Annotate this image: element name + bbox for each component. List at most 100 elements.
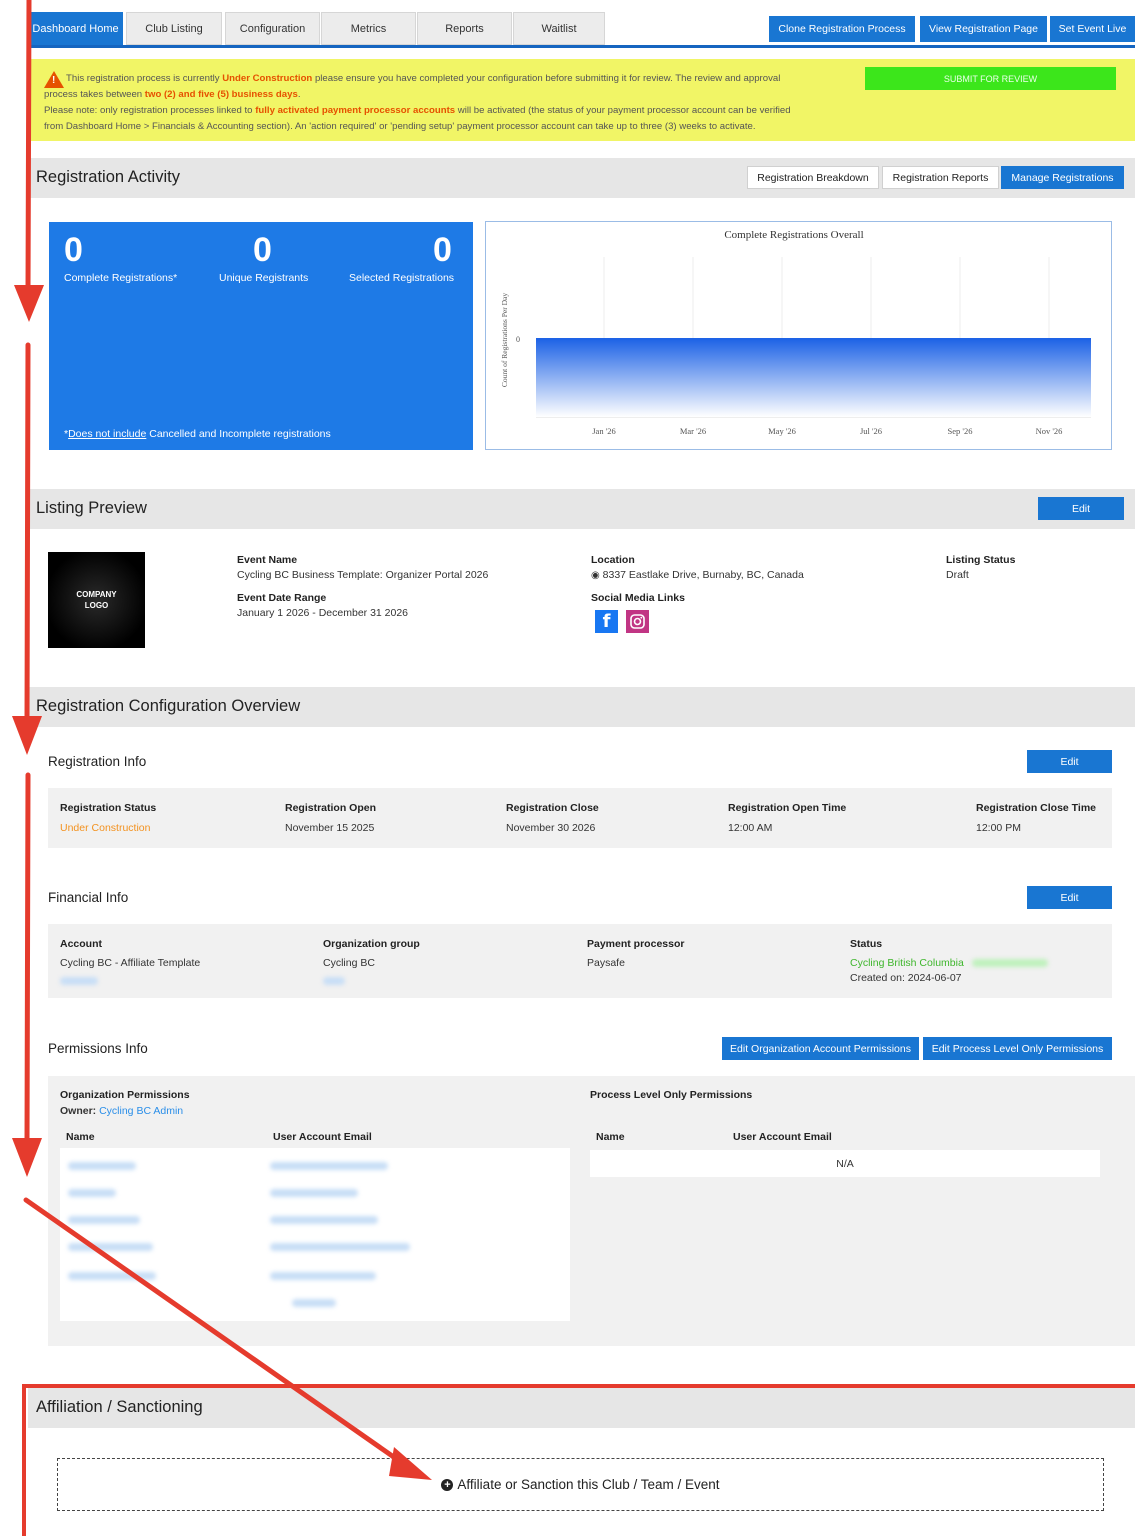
process-col-email: User Account Email [733, 1131, 832, 1143]
account-value: Cycling BC - Affiliate Template [60, 957, 201, 969]
affiliation-header: Affiliation / Sanctioning [28, 1388, 1135, 1428]
affiliate-sanction-button[interactable]: + Affiliate or Sanction this Club / Team … [57, 1458, 1104, 1511]
tab-reports[interactable]: Reports [417, 12, 512, 45]
banner-duration: two (2) and five (5) business days [144, 89, 298, 100]
event-name-value: Cycling BC Business Template: Organizer … [237, 569, 489, 581]
org-permissions-table [60, 1148, 570, 1321]
registration-status-value: Under Construction [60, 822, 151, 834]
redacted-text [60, 977, 98, 985]
submit-for-review-button[interactable]: SUBMIT FOR REVIEW [865, 67, 1116, 90]
registration-info-panel [48, 788, 1112, 848]
redacted-row [270, 1216, 378, 1224]
payment-processor-label: Payment processor [587, 938, 685, 950]
chart-area-series [536, 339, 1091, 417]
registration-info-title: Registration Info [48, 754, 147, 769]
chart-x-tick-label: May '26 [768, 426, 796, 436]
processor-status-label: Status [850, 938, 883, 950]
top-navigation: Dashboard Home Club Listing Configuratio… [28, 12, 1135, 48]
banner-processor-note: fully activated payment processor accoun… [255, 105, 456, 116]
redacted-badge [972, 959, 1048, 967]
edit-org-permissions-button[interactable]: Edit Organization Account Permissions [722, 1037, 919, 1060]
listing-edit-button[interactable]: Edit [1038, 497, 1124, 520]
processor-created-date: Created on: 2024-06-07 [850, 972, 962, 984]
process-permissions-title: Process Level Only Permissions [590, 1089, 753, 1101]
arrow-head [12, 1138, 42, 1177]
tab-metrics[interactable]: Metrics [321, 12, 416, 45]
process-permissions-empty: N/A [590, 1150, 1100, 1177]
registration-open-label: Registration Open [285, 802, 377, 814]
social-media-label: Social Media Links [591, 592, 685, 604]
config-overview-header: Registration Configuration Overview [28, 687, 1135, 727]
chart-x-tick-label: Jul '26 [860, 426, 882, 436]
event-date-range-label: Event Date Range [237, 592, 327, 604]
redacted-row [292, 1299, 336, 1307]
owner-row: Owner: Cycling BC Admin [60, 1105, 184, 1117]
redacted-row [68, 1162, 136, 1170]
redacted-row [270, 1189, 358, 1197]
banner-message: This registration process is currently U… [44, 73, 791, 132]
chart-y-axis-label: Count of Registrations Per Day [500, 293, 509, 387]
organization-group-value: Cycling BC [323, 957, 375, 969]
set-event-live-button[interactable]: Set Event Live [1050, 16, 1135, 42]
registration-activity-header: Registration Activity Registration Break… [28, 158, 1135, 198]
registration-open-time-label: Registration Open Time [728, 802, 847, 814]
payment-processor-value: Paysafe [587, 957, 625, 969]
banner-status: Under Construction [222, 73, 313, 84]
owner-link[interactable]: Cycling BC Admin [99, 1105, 183, 1117]
registration-stats-card: 0 Complete Registrations* 0 Unique Regis… [49, 222, 473, 450]
org-col-name: Name [66, 1131, 95, 1143]
registration-reports-button[interactable]: Registration Reports [882, 166, 999, 189]
view-registration-page-button[interactable]: View Registration Page [920, 16, 1047, 42]
tab-club-listing[interactable]: Club Listing [126, 12, 222, 45]
org-col-email: User Account Email [273, 1131, 372, 1143]
permissions-info-title: Permissions Info [48, 1041, 148, 1056]
clone-registration-button[interactable]: Clone Registration Process [769, 16, 915, 42]
footnote-link[interactable]: Does not include [68, 428, 146, 440]
redacted-row [270, 1243, 410, 1251]
tab-dashboard-home[interactable]: Dashboard Home [28, 12, 123, 45]
processor-status-value: Cycling British Columbia [850, 957, 964, 969]
redacted-row [68, 1272, 156, 1280]
instagram-glyph [630, 614, 645, 629]
chart-x-tick-label: Mar '26 [680, 426, 706, 436]
location-label: Location [591, 554, 635, 566]
organization-group-label: Organization group [323, 938, 420, 950]
instagram-icon[interactable] [626, 610, 649, 633]
redacted-row [68, 1189, 116, 1197]
financial-info-title: Financial Info [48, 890, 129, 905]
tab-configuration[interactable]: Configuration [225, 12, 320, 45]
org-permissions-title: Organization Permissions [60, 1089, 190, 1101]
chart-svg: Complete Registrations Overall Count of … [500, 229, 1091, 436]
chart-y-tick-label: 0 [516, 335, 520, 344]
chart-x-tick-label: Nov '26 [1036, 426, 1063, 436]
redacted-row [270, 1272, 376, 1280]
registration-open-time-value: 12:00 AM [728, 822, 773, 834]
facebook-icon[interactable]: f [595, 610, 618, 633]
registrations-chart: Complete Registrations Overall Count of … [485, 221, 1112, 450]
edit-process-permissions-button[interactable]: Edit Process Level Only Permissions [923, 1037, 1112, 1060]
account-label: Account [60, 938, 102, 950]
event-name-label: Event Name [237, 554, 298, 566]
section-title: Registration Activity [36, 168, 180, 186]
registration-breakdown-button[interactable]: Registration Breakdown [747, 166, 879, 189]
stat-complete-registrations: 0 Complete Registrations* [64, 231, 178, 284]
event-date-range-value: January 1 2026 - December 31 2026 [237, 607, 409, 619]
arrow-head [14, 285, 44, 322]
registration-status-label: Registration Status [60, 802, 157, 814]
redacted-text [323, 977, 345, 985]
registration-close-time-label: Registration Close Time [976, 802, 1097, 814]
tab-waitlist[interactable]: Waitlist [513, 12, 605, 45]
registration-info-edit-button[interactable]: Edit [1027, 750, 1112, 773]
financial-info-edit-button[interactable]: Edit [1027, 886, 1112, 909]
chart-title: Complete Registrations Overall [724, 229, 863, 241]
section-title: Listing Preview [36, 499, 147, 517]
chart-x-tick-label: Jan '26 [592, 426, 616, 436]
location-value: ◉ 8337 Eastlake Drive, Burnaby, BC, Cana… [591, 569, 804, 581]
manage-registrations-button[interactable]: Manage Registrations [1001, 166, 1124, 189]
stat-unique-registrants: 0 Unique Registrants [219, 231, 309, 284]
stat-selected-registrations: 0 Selected Registrations [349, 231, 455, 284]
registration-close-time-value: 12:00 PM [976, 822, 1021, 834]
registration-close-value: November 30 2026 [506, 822, 596, 834]
section-title: Registration Configuration Overview [36, 697, 301, 715]
listing-status-label: Listing Status [946, 554, 1016, 566]
